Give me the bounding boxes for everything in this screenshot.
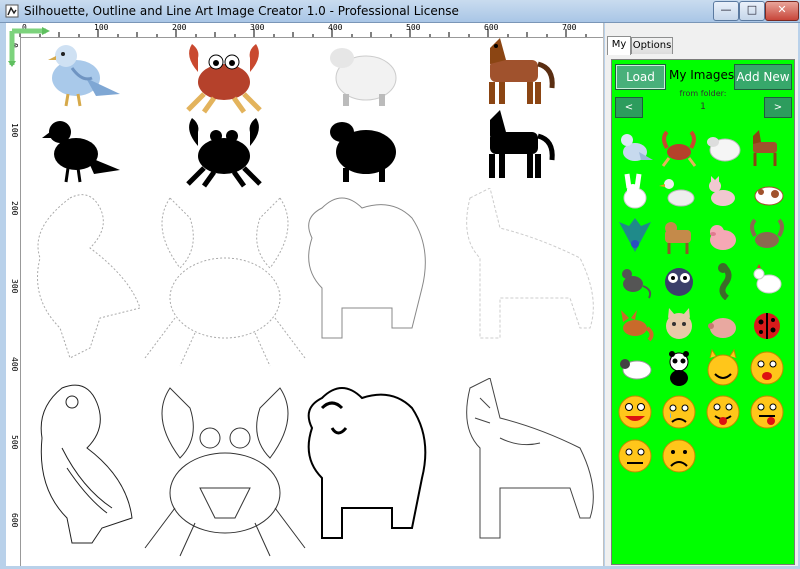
ruler-tick: 600 (484, 23, 499, 32)
horse-silhouette-image[interactable] (480, 108, 560, 178)
prev-folder-button[interactable]: < (615, 97, 643, 118)
ruler-tick: 400 (328, 23, 343, 32)
panel-tabs: My Options (605, 36, 798, 55)
left-ruler: 0 100 200 300 400 500 600 (6, 37, 21, 566)
maximize-button[interactable]: □ (739, 1, 765, 21)
crab-lineart-image[interactable] (140, 378, 310, 558)
lizard-icon[interactable] (703, 260, 743, 300)
crab-color-image[interactable] (174, 38, 274, 114)
next-folder-button[interactable]: > (764, 97, 792, 118)
sheep-outline-image[interactable] (302, 188, 432, 348)
peacock-icon[interactable] (615, 216, 655, 256)
rabbit-icon[interactable] (615, 172, 655, 212)
ruler-tick: 700 (562, 23, 577, 32)
lamb-icon[interactable] (615, 348, 655, 388)
horse-color-image[interactable] (480, 38, 560, 104)
tab-my[interactable]: My (607, 36, 631, 55)
duck-icon[interactable] (659, 172, 699, 212)
horse-lineart-image[interactable] (460, 378, 603, 543)
piglet-icon[interactable] (703, 304, 743, 344)
tongue-smiley-icon[interactable] (703, 392, 743, 432)
my-images-title: My Images (669, 68, 735, 82)
ruler-tick: 200 (172, 23, 187, 32)
load-button[interactable]: Load (615, 64, 666, 90)
horse-outline-image[interactable] (460, 188, 603, 348)
tab-options[interactable]: Options (631, 37, 673, 54)
pigeon-outline-image[interactable] (30, 188, 150, 368)
frown-smiley-icon[interactable] (659, 436, 699, 476)
ruler-tick: 100 (94, 23, 109, 32)
image-canvas[interactable]: 0 100 200 300 400 500 600 700 0 100 200 … (6, 23, 604, 566)
ladybug-icon[interactable] (747, 304, 787, 344)
ruler-tick: 500 (10, 435, 19, 450)
fox-icon[interactable] (615, 304, 655, 344)
devil-smiley-icon[interactable] (703, 348, 743, 388)
pigeon-silhouette-image[interactable] (36, 118, 126, 188)
horse-icon[interactable] (747, 128, 787, 168)
ruler-tick: 300 (250, 23, 265, 32)
top-ruler: 0 100 200 300 400 500 600 700 (6, 23, 603, 38)
neutral-smiley-icon[interactable] (615, 436, 655, 476)
ruler-tick: 200 (10, 201, 19, 216)
close-button[interactable]: ✕ (765, 1, 799, 21)
pigeon-color-image[interactable] (36, 38, 126, 108)
sheep-silhouette-image[interactable] (320, 112, 402, 184)
crab-small-icon[interactable] (747, 216, 787, 256)
crab-outline-image[interactable] (140, 188, 310, 368)
add-new-button[interactable]: Add New (734, 64, 792, 90)
ruler-tick: 500 (406, 23, 421, 32)
crab-silhouette-image[interactable] (174, 112, 274, 188)
sad-tear-smiley-icon[interactable] (659, 392, 699, 432)
art-area (20, 38, 603, 566)
my-images-panel: Load My Images Add New from folder: 1 < … (611, 59, 795, 565)
cat-icon[interactable] (703, 172, 743, 212)
pigeon-lineart-image[interactable] (32, 378, 152, 548)
ruler-tick: 300 (10, 279, 19, 294)
kitten-icon[interactable] (659, 304, 699, 344)
cow-icon[interactable] (659, 216, 699, 256)
title-bar: Silhouette, Outline and Line Art Image C… (0, 0, 800, 23)
silly-smiley-icon[interactable] (747, 392, 787, 432)
panda-icon[interactable] (659, 348, 699, 388)
pigeon-icon[interactable] (615, 128, 655, 168)
dog-icon[interactable] (747, 172, 787, 212)
right-panel: My Options Load My Images Add New from f… (605, 23, 798, 566)
pig-icon[interactable] (703, 216, 743, 256)
owl-icon[interactable] (659, 260, 699, 300)
hen-icon[interactable] (747, 260, 787, 300)
sheep-lineart-image[interactable] (302, 378, 432, 548)
window-title: Silhouette, Outline and Line Art Image C… (24, 4, 459, 18)
rat-icon[interactable] (615, 260, 655, 300)
shocked-smiley-icon[interactable] (747, 348, 787, 388)
ruler-tick: 600 (10, 513, 19, 528)
ruler-tick: 400 (10, 357, 19, 372)
sheep-icon[interactable] (703, 128, 743, 168)
minimize-button[interactable]: — (713, 1, 739, 21)
sheep-color-image[interactable] (320, 38, 402, 108)
grin-smiley-icon[interactable] (615, 392, 655, 432)
ruler-tick: 100 (10, 123, 19, 138)
app-icon (5, 4, 19, 18)
crab-icon[interactable] (659, 128, 699, 168)
